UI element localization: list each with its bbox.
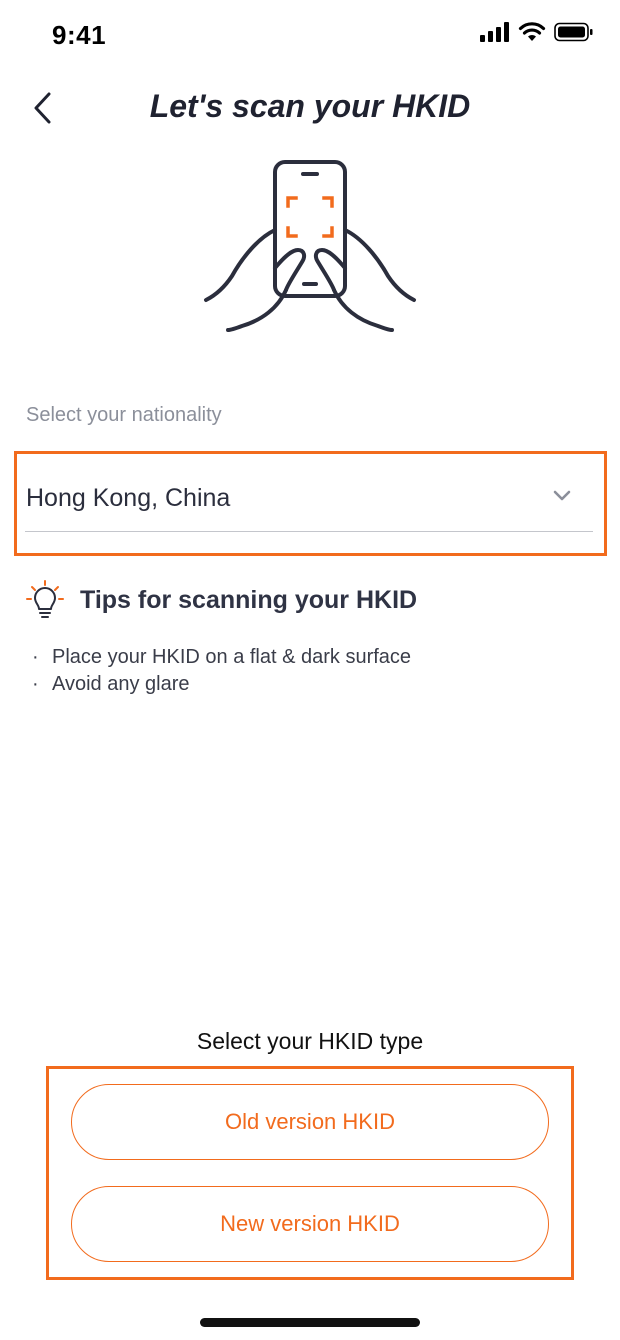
status-icons <box>480 22 594 42</box>
page-title: Let's scan your HKID <box>149 88 471 124</box>
tips-list: · Place your HKID on a flat & dark surfac… <box>32 644 411 698</box>
chevron-down-icon <box>553 490 571 501</box>
old-version-hkid-button[interactable]: Old version HKID <box>71 1084 549 1160</box>
new-version-hkid-button[interactable]: New version HKID <box>71 1186 549 1262</box>
status-time: 9:41 <box>52 20 107 50</box>
tip-text: Avoid any glare <box>52 673 190 695</box>
signal-icon <box>480 22 509 42</box>
home-indicator <box>200 1318 420 1327</box>
nationality-value: Hong Kong, China <box>26 484 231 512</box>
nationality-dropdown[interactable]: Hong Kong, China <box>25 470 593 532</box>
wifi-icon <box>518 22 546 41</box>
hkid-type-label: Select your HKID type <box>196 1028 424 1054</box>
battery-icon <box>554 22 593 42</box>
list-item: · Avoid any glare <box>32 671 411 698</box>
list-item: · Place your HKID on a flat & dark surfac… <box>32 644 411 671</box>
lightbulb-icon <box>26 580 64 618</box>
hands-holding-phone-scan-icon <box>204 160 416 332</box>
nationality-label: Select your nationality <box>26 404 222 426</box>
tips-title: Tips for scanning your HKID <box>80 586 418 614</box>
tip-text: Place your HKID on a flat & dark surface <box>52 646 412 668</box>
